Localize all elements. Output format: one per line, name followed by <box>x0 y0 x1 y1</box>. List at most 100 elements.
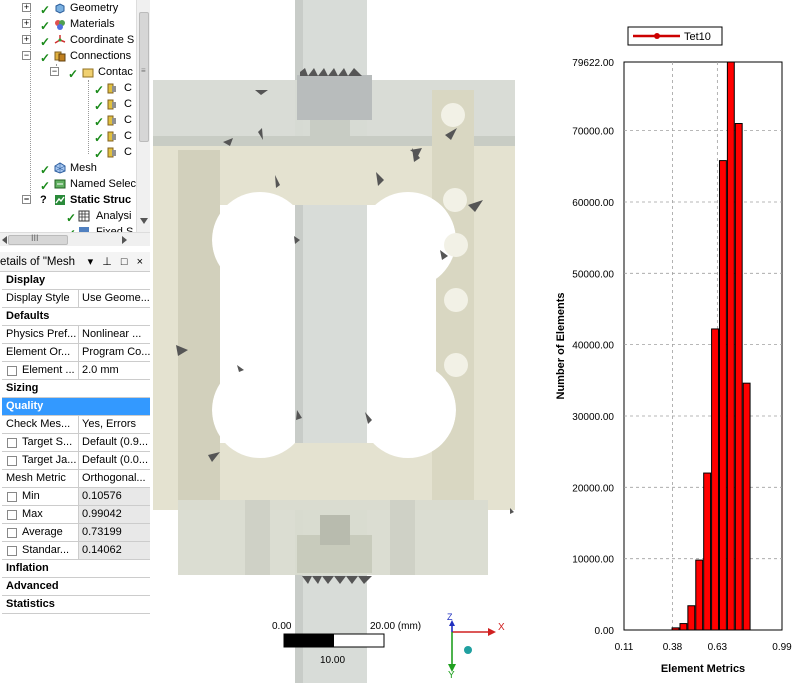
check-status-icon: ✓ <box>40 163 51 177</box>
scroll-down-arrow-icon[interactable] <box>140 218 148 224</box>
details-section-defaults[interactable]: Defaults <box>2 308 150 326</box>
property-value[interactable]: Default (0.9... <box>78 434 150 451</box>
parameter-checkbox[interactable] <box>7 528 17 538</box>
histogram-bar <box>726 61 735 631</box>
check-status-icon: ✓ <box>40 51 51 65</box>
property-key: Physics Pref... <box>6 328 77 340</box>
parameter-checkbox[interactable] <box>7 492 17 502</box>
details-section-display[interactable]: Display <box>2 272 150 290</box>
collapse-toggle[interactable]: − <box>22 195 31 204</box>
property-value[interactable]: Yes, Errors <box>78 416 150 433</box>
property-key: Target S... <box>22 436 73 448</box>
tree-vertical-scrollbar[interactable]: ≡ <box>136 0 150 232</box>
scale-mid-label: 10.00 <box>320 655 346 666</box>
tree-horizontal-scrollbar[interactable]: III <box>0 232 150 246</box>
check-status-icon: ✓ <box>94 99 105 113</box>
parameter-checkbox[interactable] <box>7 438 17 448</box>
details-section-sizing[interactable]: Sizing <box>2 380 150 398</box>
property-value[interactable]: Program Co... <box>78 344 150 361</box>
collapse-toggle[interactable]: − <box>22 51 31 60</box>
histogram-bar <box>679 623 688 631</box>
plot-area <box>623 61 783 631</box>
details-property-row[interactable]: Min 0.10576 <box>2 488 150 506</box>
grip-icon: III <box>31 233 39 243</box>
check-status-icon: ✓ <box>40 35 51 49</box>
details-property-row[interactable]: Physics Pref... Nonlinear ... <box>2 326 150 344</box>
parameter-checkbox[interactable] <box>7 510 17 520</box>
coordinate-system-icon <box>54 35 66 44</box>
legend-label: Tet10 <box>684 31 711 43</box>
parameter-checkbox[interactable] <box>7 546 17 556</box>
x-tick-label: 0.11 <box>615 642 634 653</box>
details-section-quality[interactable]: Quality <box>2 398 150 416</box>
property-value[interactable]: Use Geome... <box>78 290 150 307</box>
details-section-statistics[interactable]: Statistics <box>2 596 150 614</box>
rail-hole <box>441 103 465 127</box>
axis-triad[interactable] <box>448 620 496 672</box>
scrollbar-thumb[interactable]: ≡ <box>139 12 149 142</box>
scroll-left-arrow-icon[interactable] <box>2 236 7 244</box>
property-value[interactable]: 0.99042 <box>78 506 150 523</box>
details-property-row[interactable]: Element ... 2.0 mm <box>2 362 150 380</box>
details-property-row[interactable]: Target S... Default (0.9... <box>2 434 150 452</box>
contact-region-icon <box>107 99 116 110</box>
mesh-icon <box>54 162 66 174</box>
check-status-icon: ✓ <box>40 19 51 33</box>
section-label: Sizing <box>6 382 39 394</box>
tree-item-label: Contac <box>98 66 133 78</box>
section-label: Quality <box>6 400 44 412</box>
left-rail <box>178 150 220 500</box>
expand-toggle[interactable]: + <box>22 3 31 12</box>
details-property-row[interactable]: Check Mes... Yes, Errors <box>2 416 150 434</box>
mesh-metric-chart: 0.00 10000.00 20000.00 30000.00 40000.00 5000… <box>520 0 798 683</box>
details-property-row[interactable]: Mesh Metric Orthogonal... <box>2 470 150 488</box>
property-key: Max <box>22 508 43 520</box>
check-status-icon: ✓ <box>94 83 105 97</box>
collapse-toggle[interactable]: − <box>50 67 59 76</box>
contact-region-icon <box>107 147 116 158</box>
property-value[interactable]: Default (0.0... <box>78 452 150 469</box>
details-property-row[interactable]: Standar... 0.14062 <box>2 542 150 560</box>
grip-icon: ≡ <box>141 66 146 75</box>
property-key: Target Ja... <box>22 454 77 466</box>
property-value[interactable]: 0.10576 <box>78 488 150 505</box>
contact-region-icon <box>107 83 116 94</box>
property-key: Element ... <box>22 364 75 376</box>
materials-icon <box>55 20 65 30</box>
expand-toggle[interactable]: + <box>22 19 31 28</box>
scroll-right-arrow-icon[interactable] <box>122 236 127 244</box>
property-value[interactable]: Nonlinear ... <box>78 326 150 343</box>
unsolved-status-icon: ? <box>40 194 47 206</box>
model-view[interactable] <box>150 0 518 683</box>
details-section-inflation[interactable]: Inflation <box>2 560 150 578</box>
check-status-icon: ✓ <box>68 67 79 81</box>
details-property-row[interactable]: Display Style Use Geome... <box>2 290 150 308</box>
expand-toggle[interactable]: + <box>22 35 31 44</box>
section-label: Inflation <box>6 562 49 574</box>
y-axis-title: Number of Elements <box>555 293 567 400</box>
parameter-checkbox[interactable] <box>7 456 17 466</box>
y-tick-label: 60000.00 <box>572 198 614 209</box>
details-section-advanced[interactable]: Advanced <box>2 578 150 596</box>
property-value[interactable]: Orthogonal... <box>78 470 150 487</box>
y-tick-label: 40000.00 <box>572 341 614 352</box>
y-tick-label: 50000.00 <box>572 269 614 280</box>
panel-controls-icon[interactable]: ▾ ⊥ □ × <box>88 252 146 272</box>
triad-x-label: X <box>498 622 505 633</box>
histogram-bar <box>671 627 680 631</box>
x-axis-title: Element Metrics <box>661 663 745 675</box>
details-property-row[interactable]: Target Ja... Default (0.0... <box>2 452 150 470</box>
property-value[interactable]: 2.0 mm <box>78 362 150 379</box>
tree-item-label: Materials <box>70 18 115 30</box>
details-property-row[interactable]: Max 0.99042 <box>2 506 150 524</box>
tree-item-label: Mesh <box>70 162 97 174</box>
property-value[interactable]: 0.73199 <box>78 524 150 541</box>
details-property-row[interactable]: Average 0.73199 <box>2 524 150 542</box>
details-property-row[interactable]: Element Or... Program Co... <box>2 344 150 362</box>
parameter-checkbox[interactable] <box>7 366 17 376</box>
property-value[interactable]: 0.14062 <box>78 542 150 559</box>
contacts-folder-icon <box>82 68 94 78</box>
scrollbar-thumb[interactable]: III <box>8 233 68 245</box>
contact-region-icon <box>107 115 116 126</box>
graphics-viewport[interactable]: 0.00 20.00 (mm) 10.00 X Y Z <box>150 0 518 683</box>
